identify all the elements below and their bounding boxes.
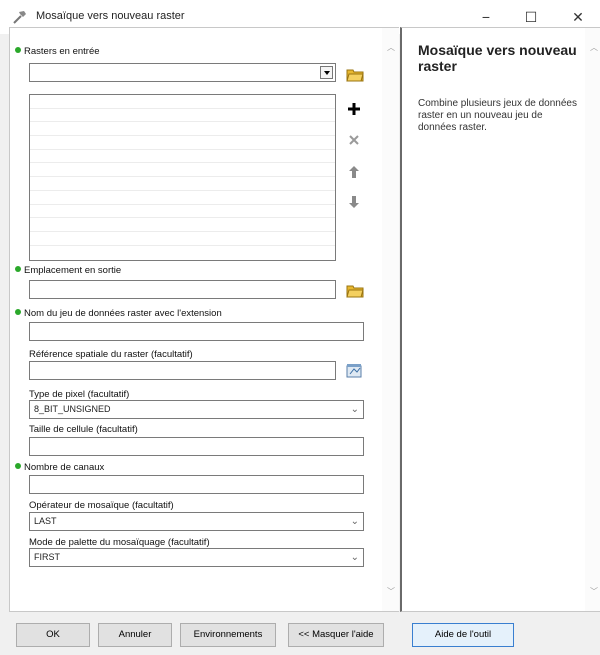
output-location-input[interactable] (29, 280, 336, 299)
spatial-reference-properties-button[interactable] (345, 361, 365, 381)
input-rasters-list[interactable] (29, 94, 336, 261)
list-item (30, 205, 335, 219)
browse-input-button[interactable] (345, 64, 365, 84)
remove-raster-button[interactable] (344, 130, 364, 150)
move-down-button[interactable] (344, 192, 364, 212)
parameters-panel: Rasters en entrée Emplacement en sortie … (9, 27, 399, 612)
cancel-button[interactable]: Annuler (98, 623, 172, 647)
mosaic-operator-label: Opérateur de mosaïque (facultatif) (29, 500, 174, 511)
list-item (30, 122, 335, 137)
arrow-down-icon (349, 196, 359, 208)
cell-size-label: Taille de cellule (facultatif) (29, 424, 138, 435)
browse-output-button[interactable] (345, 280, 365, 300)
input-rasters-combo[interactable] (29, 63, 336, 82)
dataset-name-input[interactable] (29, 322, 364, 341)
scroll-down-icon[interactable]: ﹀ (387, 586, 395, 597)
folder-icon (346, 69, 364, 82)
environments-button[interactable]: Environnements (180, 623, 276, 647)
dataset-name-label: Nom du jeu de données raster avec l'exte… (15, 308, 222, 319)
chevron-down-icon[interactable]: ⌄ (351, 552, 359, 563)
add-raster-button[interactable] (344, 99, 364, 119)
list-item (30, 95, 335, 109)
properties-icon (346, 364, 362, 378)
plus-icon (348, 103, 360, 115)
parameters-scrollbar[interactable]: ︿ ﹀ (382, 28, 399, 611)
arrow-up-icon (349, 166, 359, 178)
scroll-down-icon[interactable]: ﹀ (590, 586, 598, 597)
move-up-button[interactable] (344, 162, 364, 182)
dropdown-arrow-icon[interactable] (320, 66, 333, 79)
output-location-label: Emplacement en sortie (15, 265, 121, 276)
required-dot-icon (15, 266, 21, 272)
chevron-down-icon[interactable]: ⌄ (351, 404, 359, 415)
folder-icon (346, 285, 364, 298)
list-item (30, 218, 335, 232)
help-title: Mosaïque vers nouveau raster (418, 42, 577, 74)
list-item (30, 177, 335, 191)
required-dot-icon (15, 309, 21, 315)
required-dot-icon (15, 47, 21, 53)
list-item (30, 150, 335, 164)
colormap-mode-select[interactable]: FIRST ⌄ (29, 548, 364, 567)
scroll-up-icon[interactable]: ︿ (387, 42, 395, 53)
spatial-reference-label: Référence spatiale du raster (facultatif… (29, 349, 193, 360)
cell-size-input[interactable] (29, 437, 364, 456)
list-item (30, 232, 335, 246)
list-item (30, 163, 335, 178)
list-item (30, 191, 335, 205)
x-icon (349, 135, 359, 145)
help-panel: Mosaïque vers nouveau raster Combine plu… (400, 27, 600, 612)
band-count-label: Nombre de canaux (15, 462, 104, 473)
spatial-reference-input[interactable] (29, 361, 336, 380)
help-description: Combine plusieurs jeux de données raster… (418, 98, 577, 133)
scroll-up-icon[interactable]: ︿ (590, 42, 598, 53)
list-item (30, 136, 335, 150)
required-dot-icon (15, 463, 21, 469)
hammer-icon (13, 11, 26, 24)
ok-button[interactable]: OK (16, 623, 90, 647)
band-count-input[interactable] (29, 475, 364, 494)
tool-help-button[interactable]: Aide de l'outil (412, 623, 514, 647)
help-scrollbar[interactable]: ︿ ﹀ (585, 28, 600, 611)
pixel-type-select[interactable]: 8_BIT_UNSIGNED ⌄ (29, 400, 364, 419)
window-title: Mosaïque vers nouveau raster (36, 10, 185, 22)
pixel-type-label: Type de pixel (facultatif) (29, 389, 130, 400)
input-rasters-label: Rasters en entrée (15, 46, 100, 57)
list-item (30, 109, 335, 123)
colormap-mode-label: Mode de palette du mosaïquage (facultati… (29, 537, 210, 548)
hide-help-button[interactable]: << Masquer l'aide (288, 623, 384, 647)
chevron-down-icon[interactable]: ⌄ (351, 516, 359, 527)
mosaic-operator-select[interactable]: LAST ⌄ (29, 512, 364, 531)
